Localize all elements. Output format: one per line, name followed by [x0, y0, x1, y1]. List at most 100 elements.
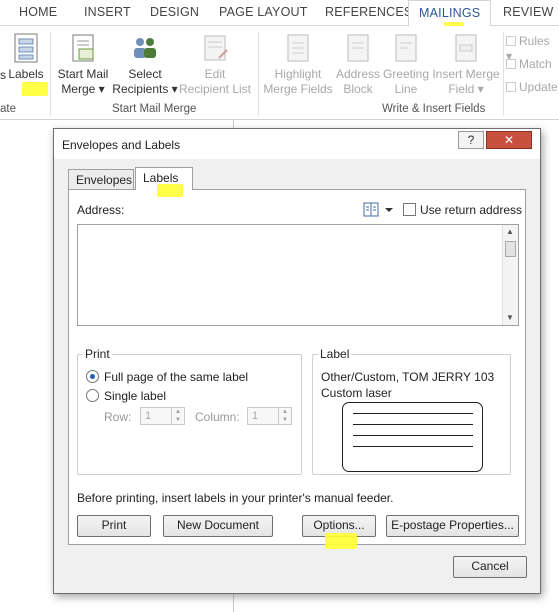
greeting-line-label-2: Line — [394, 82, 418, 96]
highlight-fields-label-2: Merge Fields — [263, 82, 333, 96]
tab-envelopes[interactable]: Envelopes — [68, 169, 134, 189]
address-book-icon — [363, 202, 393, 217]
group-label-create: ate — [0, 103, 16, 115]
edit-recipient-list-button[interactable]: Edit Recipient List — [178, 32, 252, 97]
select-recipients-label-1: Select — [128, 67, 162, 81]
preview-line — [353, 446, 473, 447]
address-textarea[interactable]: ▲ ▼ — [77, 224, 519, 326]
greeting-line-button[interactable]: Greeting Line — [382, 32, 430, 97]
insert-merge-field-label-2: Field ▾ — [448, 82, 484, 96]
highlight-fields-label-1: Highlight — [274, 67, 322, 81]
mail-merge-icon — [72, 34, 94, 62]
row-up-icon[interactable]: ▲ — [171, 408, 184, 416]
cancel-button-label: Cancel — [471, 559, 509, 573]
column-up-icon[interactable]: ▲ — [278, 408, 291, 416]
highlight-marker-options — [325, 533, 357, 549]
print-group-legend: Print — [83, 347, 112, 361]
group-separator — [50, 32, 51, 116]
scroll-up-icon[interactable]: ▲ — [506, 227, 514, 236]
start-mail-merge-label-2: Merge ▾ — [61, 82, 105, 96]
insert-field-icon — [455, 34, 477, 62]
full-page-radio[interactable] — [86, 370, 99, 383]
row-label: Row: — [104, 410, 132, 424]
match-fields-button[interactable]: Match — [506, 57, 552, 72]
label-group[interactable]: Label Other/Custom, TOM JERRY 103 Custom… — [312, 347, 511, 475]
row-down-icon[interactable]: ▼ — [171, 416, 184, 424]
print-group: Print Full page of the same label Single… — [77, 347, 302, 475]
single-label-label: Single label — [104, 389, 167, 403]
tab-review[interactable]: REVIEW — [503, 5, 554, 19]
edit-list-icon — [204, 35, 228, 61]
highlight-marker-labels-tab — [157, 184, 183, 197]
address-block-label-1: Address — [335, 67, 381, 81]
tab-labels-label: Labels — [143, 171, 179, 185]
label-preview-image[interactable] — [342, 402, 483, 472]
insert-merge-field-label-1: Insert Merge — [432, 67, 500, 81]
address-block-button[interactable]: Address Block — [334, 32, 382, 97]
address-scrollbar[interactable]: ▲ ▼ — [502, 225, 518, 325]
row-value: 1 — [145, 410, 152, 422]
column-value: 1 — [252, 410, 259, 422]
update-label: Update — [519, 80, 558, 94]
update-icon — [506, 82, 516, 92]
match-label: Match — [519, 57, 552, 71]
insert-merge-field-button[interactable]: Insert Merge Field ▾ — [430, 32, 502, 97]
dialog-titlebar[interactable]: Envelopes and Labels ? ✕ — [54, 129, 540, 159]
feeder-hint: Before printing, insert labels in your p… — [77, 491, 394, 505]
highlight-marker-labels — [22, 82, 48, 96]
options-button-label: Options... — [313, 518, 365, 532]
tab-page-layout[interactable]: PAGE LAYOUT — [219, 5, 308, 19]
preview-line — [353, 435, 473, 436]
row-spinner[interactable]: 1 ▲ ▼ — [140, 407, 185, 425]
group-separator — [503, 32, 504, 116]
cancel-button[interactable]: Cancel — [453, 556, 527, 578]
column-spinner[interactable]: 1 ▲ ▼ — [247, 407, 292, 425]
labels-tab-page: Address: Use return address ▲ ▼ Print Fu… — [68, 189, 526, 545]
update-labels-button[interactable]: Update — [506, 80, 558, 95]
dialog-title: Envelopes and Labels — [62, 138, 181, 152]
recipients-icon — [134, 38, 156, 58]
envelopes-labels-dialog: Envelopes and Labels ? ✕ Envelopes Label… — [53, 128, 541, 594]
scroll-down-icon[interactable]: ▼ — [506, 313, 514, 322]
labels-ribbon-label: Labels — [8, 67, 44, 81]
group-label-write-insert: Write & Insert Fields — [382, 103, 486, 115]
scroll-thumb[interactable] — [505, 241, 516, 257]
select-recipients-button[interactable]: Select Recipients ▾ — [112, 32, 178, 97]
rules-icon — [506, 36, 516, 46]
highlight-merge-fields-button[interactable]: Highlight Merge Fields — [262, 32, 334, 97]
labels-icon — [14, 33, 38, 63]
address-book-button[interactable] — [363, 201, 397, 219]
new-document-button-label: New Document — [176, 518, 260, 532]
tab-home[interactable]: HOME — [19, 5, 57, 19]
use-return-address-checkbox[interactable] — [403, 203, 416, 216]
close-button[interactable]: ✕ — [486, 131, 532, 149]
match-icon — [506, 59, 516, 69]
column-label: Column: — [195, 410, 240, 424]
tab-insert[interactable]: INSERT — [84, 5, 131, 19]
start-mail-merge-button[interactable]: Start Mail Merge ▾ — [56, 32, 110, 97]
preview-line — [353, 413, 473, 414]
group-label-start-mail-merge: Start Mail Merge — [112, 103, 197, 115]
tab-design[interactable]: DESIGN — [150, 5, 199, 19]
start-mail-merge-label-1: Start Mail — [57, 67, 109, 81]
help-button[interactable]: ? — [458, 131, 484, 149]
column-down-icon[interactable]: ▼ — [278, 416, 291, 424]
epostage-button-label: E-postage Properties... — [391, 518, 514, 532]
new-document-button[interactable]: New Document — [163, 515, 273, 537]
print-button[interactable]: Print — [77, 515, 151, 537]
print-button-label: Print — [101, 518, 127, 532]
label-group-legend: Label — [318, 347, 352, 361]
address-block-icon — [347, 34, 369, 62]
preview-line — [353, 424, 473, 425]
ribbon-tab-bar: HOME INSERT DESIGN PAGE LAYOUT REFERENCE… — [0, 0, 559, 27]
labels-ribbon-button[interactable]: Labels — [8, 32, 44, 82]
single-label-radio[interactable] — [86, 389, 99, 402]
label-type: Custom laser — [321, 386, 392, 400]
greeting-line-label-1: Greeting — [382, 67, 430, 81]
edit-recipient-label-2: Recipient List — [178, 82, 252, 96]
greeting-line-icon — [395, 34, 417, 62]
tab-references[interactable]: REFERENCES — [325, 5, 412, 19]
epostage-properties-button[interactable]: E-postage Properties... — [386, 515, 519, 537]
highlight-fields-icon — [287, 34, 309, 62]
labels-prefix-glyph: s — [0, 68, 6, 82]
